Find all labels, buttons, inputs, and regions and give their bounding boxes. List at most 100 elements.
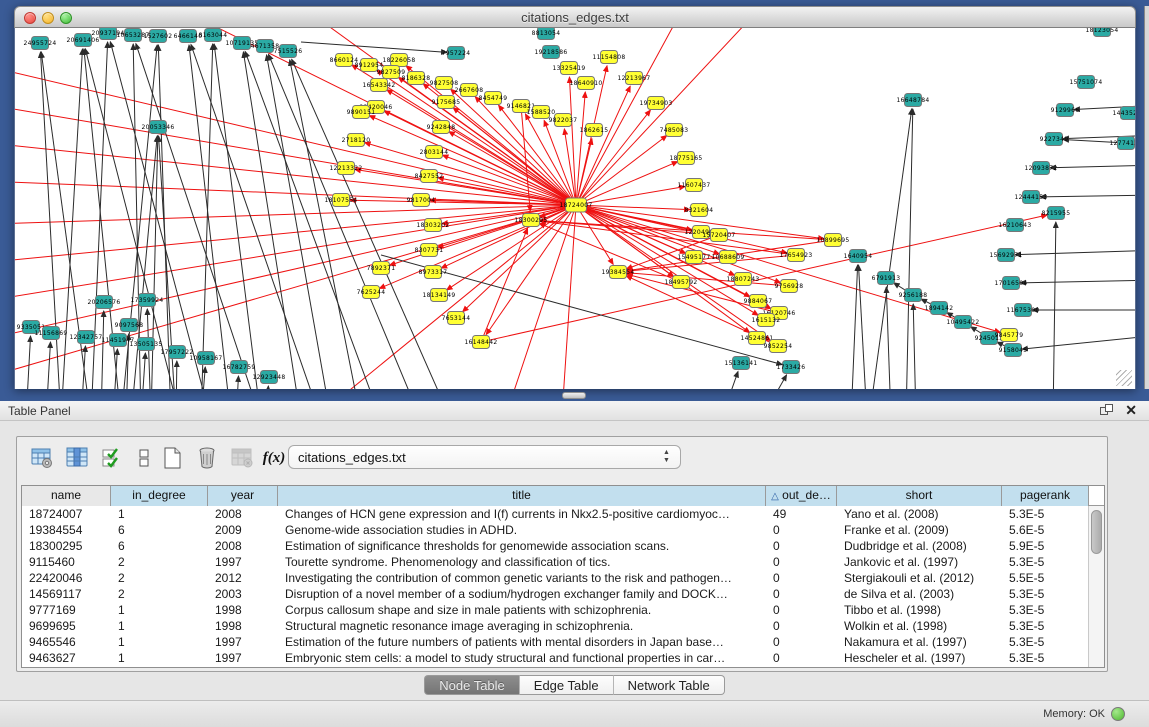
table-cell[interactable]: 1 xyxy=(111,506,208,522)
table-cell[interactable]: 9115460 xyxy=(22,554,111,570)
column-header-year[interactable]: year xyxy=(208,486,278,506)
graph-edge[interactable] xyxy=(15,140,576,205)
table-cell[interactable]: 9465546 xyxy=(22,634,111,650)
table-cell[interactable]: Franke et al. (2009) xyxy=(837,522,1002,538)
table-cell[interactable]: Disruption of a novel member of a sodium… xyxy=(278,586,766,602)
graph-edge[interactable] xyxy=(913,304,916,389)
graph-edge[interactable] xyxy=(1015,250,1136,255)
table-cell[interactable]: Tourette syndrome. Phenomenology and cla… xyxy=(278,554,766,570)
table-cell[interactable]: 5.3E-5 xyxy=(1002,506,1089,522)
table-cell[interactable]: 22420046 xyxy=(22,570,111,586)
table-cell[interactable]: 2 xyxy=(111,570,208,586)
table-cell[interactable]: 1997 xyxy=(208,554,278,570)
table-cell[interactable]: 6 xyxy=(111,538,208,554)
table-cell[interactable]: 2 xyxy=(111,554,208,570)
table-cell[interactable]: 49 xyxy=(766,506,837,522)
table-cell[interactable]: 2008 xyxy=(208,538,278,554)
table-cell[interactable]: 9699695 xyxy=(22,618,111,634)
table-cell[interactable]: 5.3E-5 xyxy=(1002,586,1089,602)
graph-edge[interactable] xyxy=(1050,165,1136,168)
table-cell[interactable]: 1997 xyxy=(208,650,278,666)
table-cell[interactable]: Estimation of significance thresholds fo… xyxy=(278,538,766,554)
window-resize-grip[interactable] xyxy=(1116,370,1132,386)
table-row[interactable]: 1456911722003Disruption of a novel membe… xyxy=(22,586,1104,602)
table-cell[interactable]: 9777169 xyxy=(22,602,111,618)
table-cell[interactable]: 18300295 xyxy=(22,538,111,554)
table-cell[interactable]: 5.9E-5 xyxy=(1002,538,1089,554)
table-cell[interactable]: Hescheler et al. (1997) xyxy=(837,650,1002,666)
table-cell[interactable]: 1998 xyxy=(208,618,278,634)
graph-edge[interactable] xyxy=(369,116,576,205)
table-cell[interactable]: Embryonic stem cells: a model to study s… xyxy=(278,650,766,666)
table-cell[interactable]: Estimation of the future numbers of pati… xyxy=(278,634,766,650)
graph-edge[interactable] xyxy=(721,371,738,389)
table-cell[interactable]: 1 xyxy=(111,618,208,634)
network-canvas[interactable]: 2495572420691406209371941065328715276026… xyxy=(15,28,1136,389)
graph-edge[interactable] xyxy=(236,376,238,389)
table-cell[interactable]: 2003 xyxy=(208,586,278,602)
close-panel-icon[interactable]: ✕ xyxy=(1125,402,1137,419)
graph-edge[interactable] xyxy=(851,265,858,389)
table-row[interactable]: 969969511998Structural magnetic resonanc… xyxy=(22,618,1104,634)
table-cell[interactable]: 5.3E-5 xyxy=(1002,634,1089,650)
panel-splitter-grip[interactable] xyxy=(562,392,586,399)
table-cell[interactable]: 5.3E-5 xyxy=(1002,602,1089,618)
table-cell[interactable]: 9463627 xyxy=(22,650,111,666)
graph-edge[interactable] xyxy=(365,143,576,205)
table-cell[interactable]: 5.3E-5 xyxy=(1002,618,1089,634)
graph-edge[interactable] xyxy=(576,162,678,205)
graph-edge[interactable] xyxy=(1053,222,1056,389)
graph-edge[interactable] xyxy=(1020,280,1136,283)
table-cell[interactable]: 0 xyxy=(766,570,837,586)
table-cell[interactable]: 18724007 xyxy=(22,506,111,522)
table-row[interactable]: 977716911998Corpus callosum shape and si… xyxy=(22,602,1104,618)
row-height-icon[interactable] xyxy=(129,443,159,473)
graph-edge[interactable] xyxy=(561,205,576,389)
table-cell[interactable]: 2 xyxy=(111,586,208,602)
table-cell[interactable]: 2008 xyxy=(208,506,278,522)
graph-edge[interactable] xyxy=(113,349,117,389)
graph-edge[interactable] xyxy=(46,342,50,389)
scrollbar-thumb[interactable] xyxy=(1091,510,1102,554)
table-cell[interactable]: 0 xyxy=(766,634,837,650)
graph-edge[interactable] xyxy=(266,386,268,389)
table-cell[interactable]: 19384554 xyxy=(22,522,111,538)
new-table-icon[interactable] xyxy=(157,443,187,473)
table-cell[interactable]: Jankovic et al. (1997) xyxy=(837,554,1002,570)
table-cell[interactable]: 2009 xyxy=(208,522,278,538)
column-header-out_de[interactable]: △ out_de… xyxy=(766,486,837,506)
graph-edge[interactable] xyxy=(15,60,576,205)
tab-edge-table[interactable]: Edge Table xyxy=(519,675,613,695)
graph-edge[interactable] xyxy=(1022,335,1136,349)
table-row[interactable]: 1938455462009Genome-wide association stu… xyxy=(22,522,1104,538)
table-cell[interactable]: 0 xyxy=(766,538,837,554)
graph-edge[interactable] xyxy=(26,336,31,389)
graph-edge[interactable] xyxy=(101,311,104,389)
graph-edge[interactable] xyxy=(1040,195,1136,197)
graph-edge[interactable] xyxy=(245,51,381,389)
graph-edge[interactable] xyxy=(141,353,145,389)
table-row[interactable]: 1872400712008Changes of HCN gene express… xyxy=(22,506,1104,522)
table-select-dropdown[interactable]: citations_edges.txt xyxy=(288,445,681,469)
column-header-title[interactable]: title xyxy=(278,486,766,506)
graph-edge[interactable] xyxy=(886,287,891,389)
table-cell[interactable]: 1 xyxy=(111,650,208,666)
graph-edge[interactable] xyxy=(131,136,157,389)
tab-network-table[interactable]: Network Table xyxy=(613,675,725,695)
table-cell[interactable]: 0 xyxy=(766,602,837,618)
table-cell[interactable]: 5.6E-5 xyxy=(1002,522,1089,538)
table-cell[interactable]: Nakamura et al. (1997) xyxy=(837,634,1002,650)
column-header-in_degree[interactable]: in_degree xyxy=(111,486,208,506)
function-builder-icon[interactable]: f(x) xyxy=(259,443,289,473)
table-cell[interactable]: Wolkin et al. (1998) xyxy=(837,618,1002,634)
column-settings-icon[interactable] xyxy=(62,443,92,473)
table-row[interactable]: 911546021997Tourette syndrome. Phenomeno… xyxy=(22,554,1104,570)
column-header-short[interactable]: short xyxy=(837,486,1002,506)
table-cell[interactable]: 0 xyxy=(766,650,837,666)
table-row[interactable]: 2242004622012Investigating the contribut… xyxy=(22,570,1104,586)
table-cell[interactable]: Genome-wide association studies in ADHD. xyxy=(278,522,766,538)
table-cell[interactable]: 1 xyxy=(111,634,208,650)
table-cell[interactable]: Changes of HCN gene expression and I(f) … xyxy=(278,506,766,522)
table-cell[interactable]: 5.5E-5 xyxy=(1002,570,1089,586)
delete-table-icon[interactable] xyxy=(192,443,222,473)
